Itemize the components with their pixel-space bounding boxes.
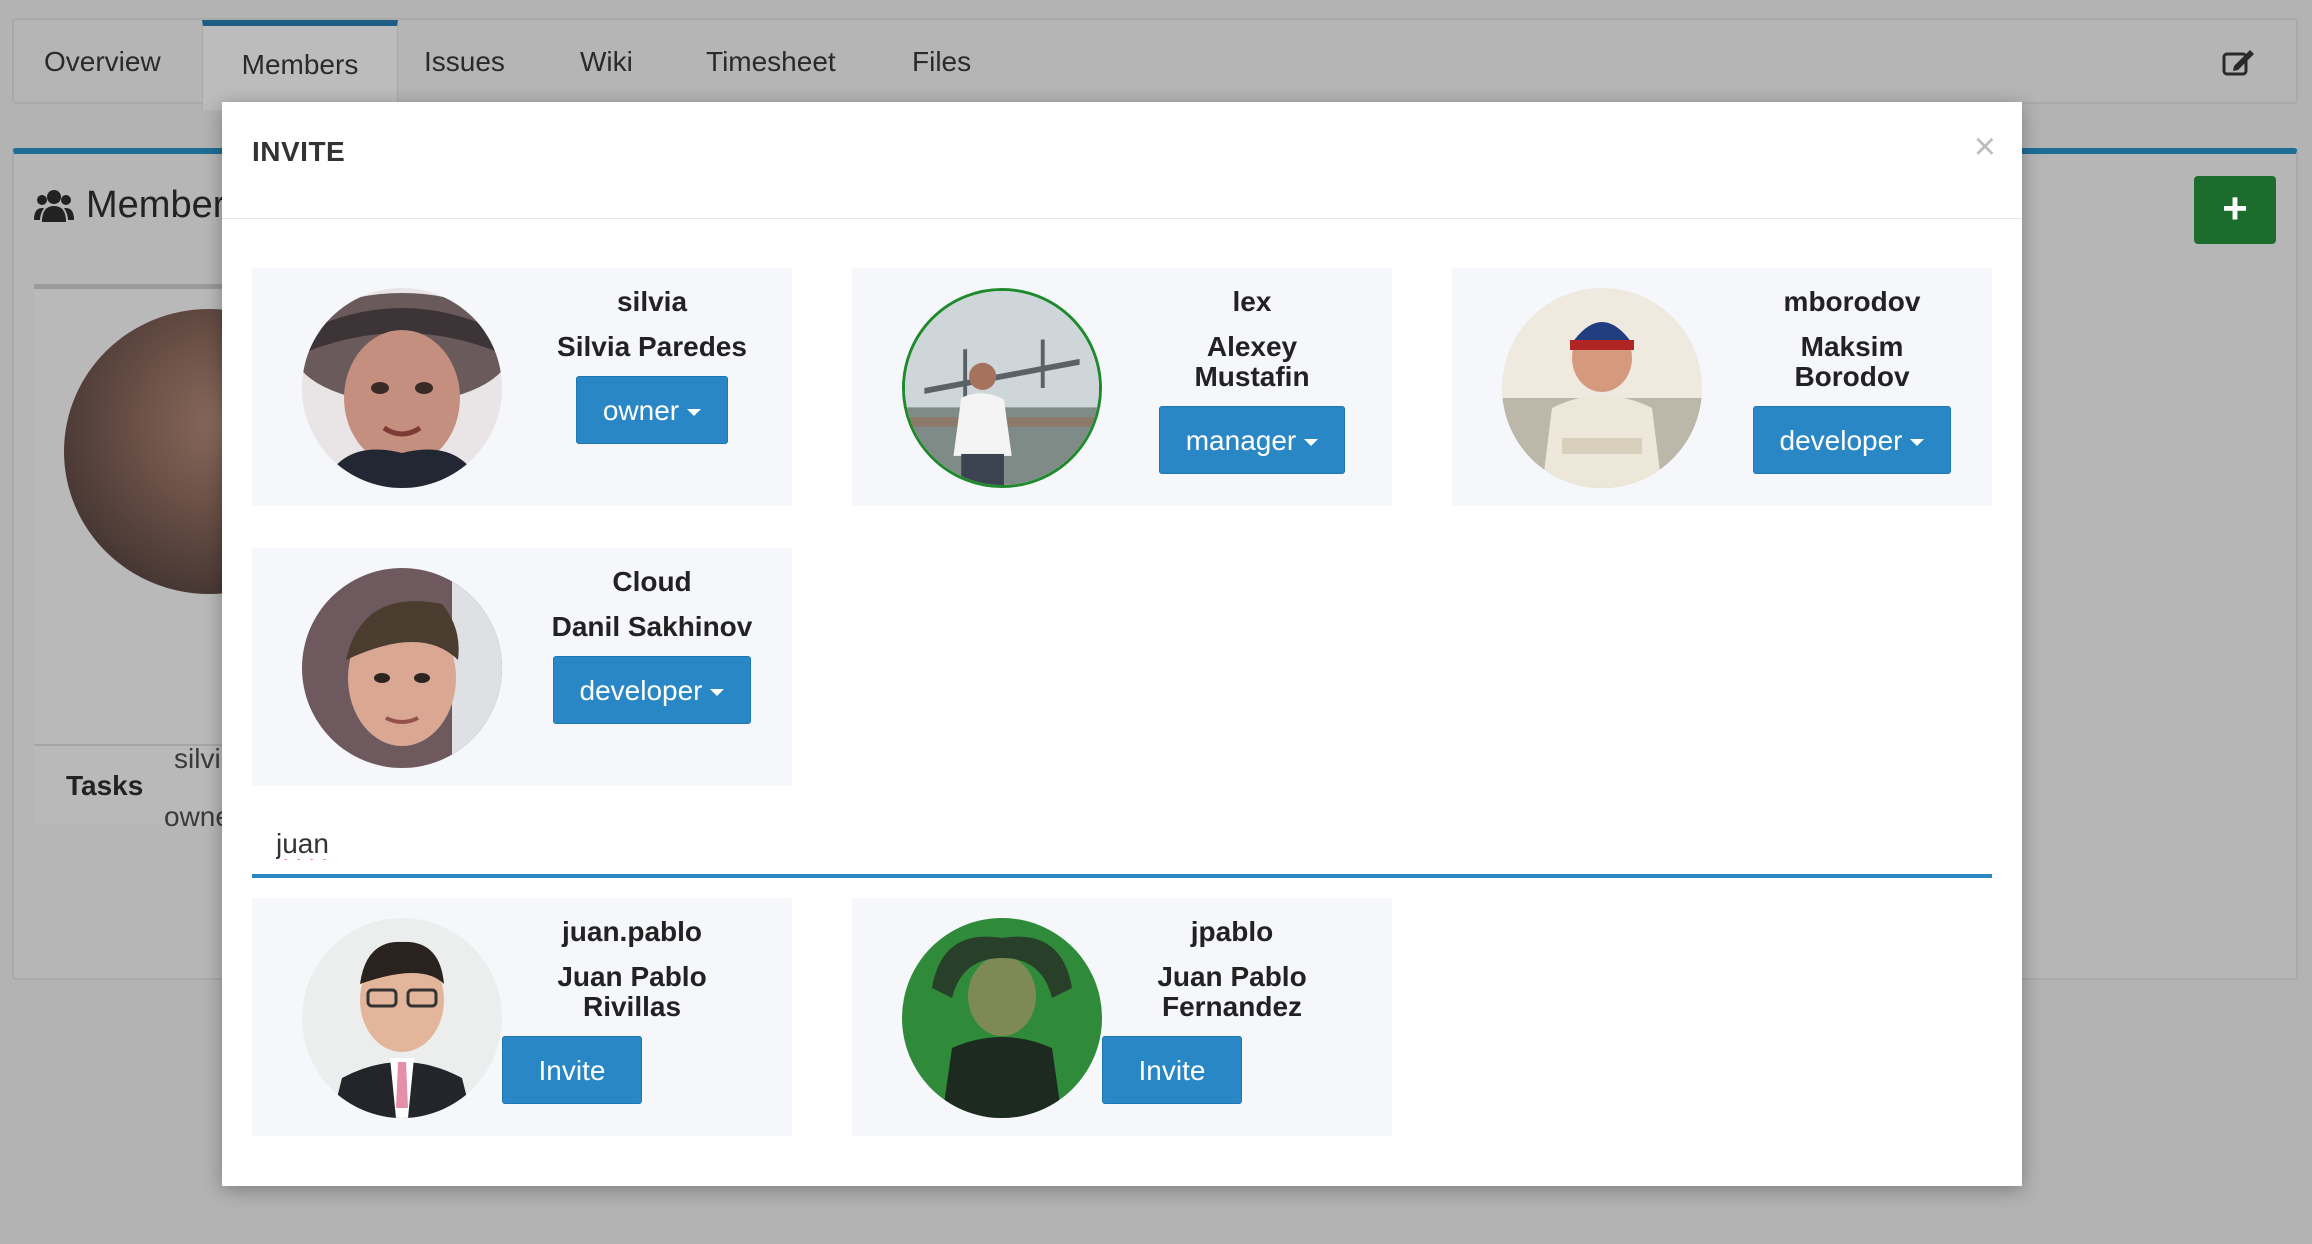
- avatar: [1502, 288, 1702, 488]
- tab-issues[interactable]: Issues: [424, 20, 505, 104]
- result-username: juan.pablo: [562, 916, 702, 947]
- member-card: silvia Silvia Paredes owner: [252, 268, 792, 506]
- close-icon[interactable]: ×: [1974, 126, 1996, 169]
- avatar: [902, 918, 1102, 1118]
- member-username: silvia: [616, 286, 688, 317]
- role-dropdown-button[interactable]: owner: [575, 376, 729, 444]
- caret-down-icon: [710, 689, 725, 697]
- member-info: Cloud Danil Sakhinov developer: [542, 566, 762, 724]
- project-tabs: Overview Members Issues Wiki Timesheet F…: [12, 18, 2298, 110]
- tab-timesheet[interactable]: Timesheet: [706, 20, 836, 104]
- role-dropdown-button[interactable]: manager: [1158, 406, 1346, 474]
- invite-label: Invite: [538, 1055, 606, 1086]
- result-info: juan.pablo Juan Pablo Rivillas Invite: [502, 916, 762, 1153]
- search-result-card: juan.pablo Juan Pablo Rivillas Invite: [252, 898, 792, 1145]
- panel-title-text: Members: [86, 184, 245, 226]
- caret-down-icon: [687, 409, 702, 417]
- users-icon: [34, 189, 74, 222]
- caret-down-icon: [569, 1137, 583, 1145]
- member-fullname: Danil Sakhinov: [551, 611, 753, 642]
- edit-icon[interactable]: [2222, 48, 2256, 78]
- role-label: developer: [579, 675, 703, 706]
- tab-overview[interactable]: Overview: [44, 20, 161, 104]
- member-info: lex Alexey Mustafin manager: [1142, 286, 1362, 474]
- invite-modal: INVITE × silvia Silvia Paredes owner lex…: [222, 102, 2022, 1186]
- member-card: lex Alexey Mustafin manager: [852, 268, 1392, 506]
- avatar: [902, 288, 1102, 488]
- add-member-button[interactable]: +: [2194, 176, 2276, 244]
- caret-down-icon: [1304, 439, 1319, 447]
- avatar: [302, 288, 502, 488]
- tab-files[interactable]: Files: [912, 20, 971, 104]
- result-fullname: Juan Pablo Fernandez: [1157, 961, 1307, 1022]
- modal-title: INVITE: [252, 136, 346, 167]
- role-label: manager: [1185, 425, 1297, 456]
- tab-members[interactable]: Members: [202, 20, 398, 110]
- caret-down-icon: [1169, 1137, 1183, 1145]
- member-card: mborodov Maksim Borodov developer: [1452, 268, 1992, 506]
- caret-down-icon: [1910, 439, 1925, 447]
- result-username: jpablo: [1190, 916, 1274, 947]
- avatar: [302, 568, 502, 768]
- result-fullname: Juan Pablo Rivillas: [557, 961, 707, 1022]
- role-dropdown-button[interactable]: developer: [552, 656, 752, 724]
- role-label: developer: [1779, 425, 1903, 456]
- search-field: [252, 814, 1992, 878]
- member-card: silvia owne: [34, 284, 354, 832]
- invite-dropdown-button[interactable]: Invite: [1102, 1036, 1242, 1145]
- member-fullname: Silvia Paredes: [557, 331, 747, 362]
- member-fullname: Alexey Mustafin: [1194, 331, 1310, 392]
- member-username: lex: [1232, 286, 1272, 317]
- avatar: [302, 918, 502, 1118]
- invite-dropdown-button[interactable]: Invite: [502, 1036, 642, 1145]
- search-result-card: jpablo Juan Pablo Fernandez Invite: [852, 898, 1392, 1145]
- member-username: mborodov: [1783, 286, 1921, 317]
- member-info: silvia Silvia Paredes owner: [542, 286, 762, 444]
- member-info: mborodov Maksim Borodov developer: [1742, 286, 1962, 474]
- role-label: owner: [602, 395, 680, 426]
- member-fullname: Maksim Borodov: [1794, 331, 1910, 392]
- member-card: Cloud Danil Sakhinov developer: [252, 548, 792, 786]
- panel-title: Members: [34, 184, 244, 227]
- tab-wiki[interactable]: Wiki: [580, 20, 633, 104]
- result-info: jpablo Juan Pablo Fernandez Invite: [1102, 916, 1362, 1153]
- role-dropdown-button[interactable]: developer: [1752, 406, 1952, 474]
- tasks-label: Tasks: [34, 744, 254, 824]
- invite-label: Invite: [1138, 1055, 1206, 1086]
- modal-header: INVITE ×: [222, 102, 2022, 219]
- search-input[interactable]: [252, 814, 1992, 874]
- member-username: Cloud: [612, 566, 692, 597]
